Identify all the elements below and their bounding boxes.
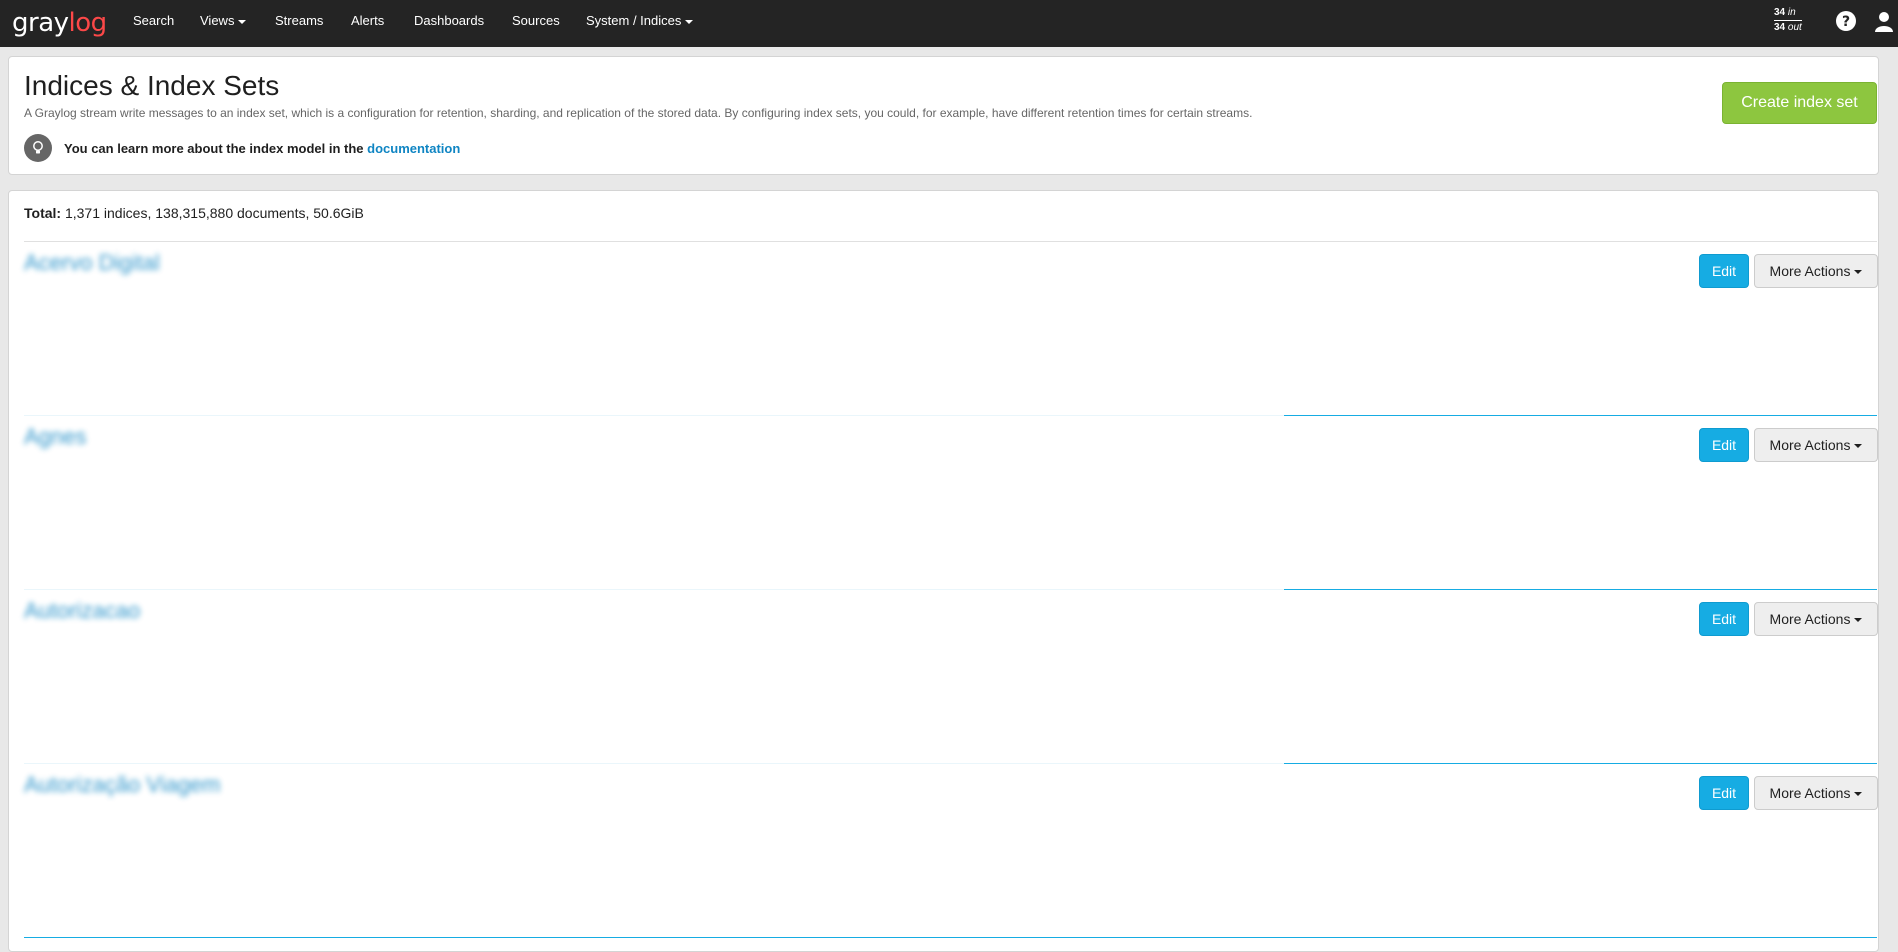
edit-button[interactable]: Edit bbox=[1699, 776, 1749, 810]
page-description: A Graylog stream write messages to an in… bbox=[24, 106, 1253, 120]
more-actions-label: More Actions bbox=[1769, 263, 1851, 279]
nav-sources[interactable]: Sources bbox=[512, 0, 560, 41]
divider bbox=[24, 937, 1877, 938]
more-actions-label: More Actions bbox=[1769, 611, 1851, 627]
logo-part-gray: gray bbox=[12, 8, 69, 38]
top-navbar: gray log Search Views Streams Alerts Dash… bbox=[0, 0, 1898, 47]
index-set-item: Agnes Edit More Actions bbox=[24, 416, 1878, 590]
documentation-link[interactable]: documentation bbox=[367, 141, 460, 156]
caret-down-icon bbox=[685, 19, 694, 24]
tip-text: You can learn more about the index model… bbox=[64, 141, 460, 156]
page-title: Indices & Index Sets bbox=[24, 70, 280, 101]
caret-down-icon bbox=[1854, 270, 1863, 275]
graylog-logo[interactable]: gray log bbox=[12, 8, 107, 38]
nav-search[interactable]: Search bbox=[133, 0, 174, 41]
caret-down-icon bbox=[1854, 792, 1863, 797]
caret-down-icon bbox=[1854, 444, 1863, 449]
index-set-details-blurred: Acervo Digital bbox=[24, 242, 1284, 392]
create-index-set-button[interactable]: Create index set bbox=[1722, 82, 1877, 124]
throughput-in-label: in bbox=[1787, 7, 1796, 18]
tip-text-body: You can learn more about the index model… bbox=[64, 140, 368, 156]
nav-system-indices[interactable]: System / Indices bbox=[586, 0, 694, 41]
index-set-title[interactable]: Acervo Digital bbox=[24, 250, 160, 276]
caret-down-icon bbox=[1854, 618, 1863, 623]
index-set-item: Acervo Digital Edit More Actions bbox=[24, 242, 1878, 416]
index-set-item: Autorização Viagem Edit More Actions bbox=[24, 764, 1878, 938]
more-actions-button[interactable]: More Actions bbox=[1754, 602, 1878, 636]
edit-button[interactable]: Edit bbox=[1699, 602, 1749, 636]
index-set-item: Autorizacao Edit More Actions bbox=[24, 590, 1878, 764]
nav-views-label: Views bbox=[200, 13, 235, 28]
throughput-indicator[interactable]: 34 in 34 out bbox=[1774, 6, 1802, 35]
svg-text:?: ? bbox=[1842, 14, 1850, 30]
user-icon[interactable] bbox=[1872, 9, 1896, 33]
nav-dashboards[interactable]: Dashboards bbox=[414, 0, 484, 41]
throughput-out-count: 34 bbox=[1774, 22, 1786, 33]
lightbulb-icon bbox=[24, 134, 52, 162]
indices-total: Total: 1,371 indices, 138,315,880 docume… bbox=[24, 205, 364, 221]
question-circle-icon[interactable]: ? bbox=[1834, 9, 1858, 33]
nav-system-label: System / Indices bbox=[586, 13, 682, 28]
throughput-out-label: out bbox=[1787, 22, 1802, 33]
index-set-details-blurred: Agnes bbox=[24, 416, 1284, 566]
more-actions-button[interactable]: More Actions bbox=[1754, 428, 1878, 462]
index-set-details-blurred: Autorização Viagem bbox=[24, 764, 1284, 914]
documentation-tip: You can learn more about the index model… bbox=[24, 134, 460, 162]
index-set-title[interactable]: Autorização Viagem bbox=[24, 772, 221, 798]
total-value: 1,371 indices, 138,315,880 documents, 50… bbox=[61, 205, 364, 221]
index-set-title[interactable]: Agnes bbox=[24, 424, 86, 450]
total-label: Total: bbox=[24, 205, 62, 221]
more-actions-label: More Actions bbox=[1769, 437, 1851, 453]
caret-down-icon bbox=[238, 19, 247, 24]
edit-button[interactable]: Edit bbox=[1699, 254, 1749, 288]
nav-streams[interactable]: Streams bbox=[275, 0, 323, 41]
index-set-details-blurred: Autorizacao bbox=[24, 590, 1284, 740]
more-actions-label: More Actions bbox=[1769, 785, 1851, 801]
nav-alerts[interactable]: Alerts bbox=[351, 0, 384, 41]
more-actions-button[interactable]: More Actions bbox=[1754, 776, 1878, 810]
logo-part-log: log bbox=[68, 8, 108, 38]
more-actions-button[interactable]: More Actions bbox=[1754, 254, 1878, 288]
index-set-title[interactable]: Autorizacao bbox=[24, 598, 140, 624]
nav-views[interactable]: Views bbox=[200, 0, 247, 41]
throughput-in-count: 34 bbox=[1774, 7, 1786, 18]
edit-button[interactable]: Edit bbox=[1699, 428, 1749, 462]
